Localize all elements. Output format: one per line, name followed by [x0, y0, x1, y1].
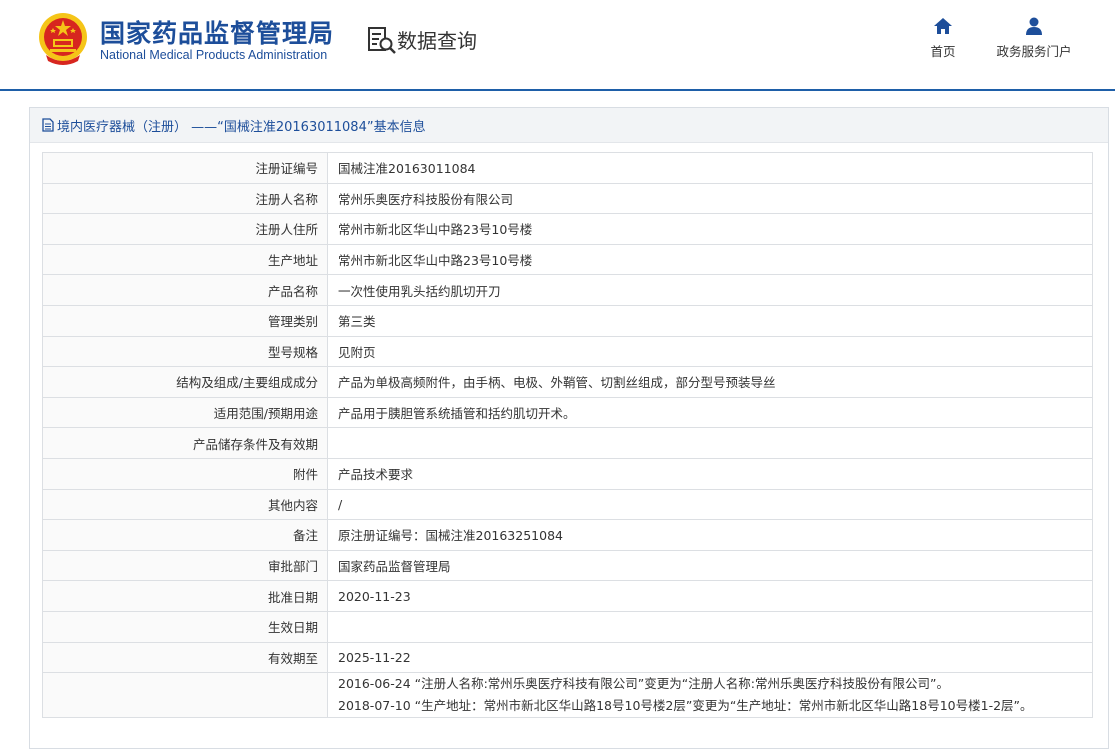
table-row: 备注 原注册证编号：国械注准20163251084	[42, 519, 1093, 551]
field-label: 适用范围/预期用途	[42, 396, 328, 429]
nav-home-label: 首页	[930, 44, 956, 59]
table-row: 其他内容 /	[42, 488, 1093, 521]
field-label: 结构及组成/主要组成成分	[42, 366, 328, 398]
table-row: 审批部门 国家药品监督管理局	[42, 549, 1093, 582]
table-row: 附件 产品技术要求	[42, 457, 1093, 490]
field-label: 注册人住所	[42, 213, 328, 245]
field-label: 型号规格	[42, 335, 328, 368]
table-row: 生效日期	[42, 610, 1093, 643]
field-value: 产品用于胰胆管系统插管和括约肌切开术。	[327, 396, 1093, 429]
table-row: 产品名称 一次性使用乳头括约肌切开刀	[42, 274, 1093, 306]
org-name-cn: 国家药品监督管理局	[100, 19, 335, 48]
field-value: 常州市新北区华山中路23号10号楼	[327, 213, 1093, 245]
field-label: 生效日期	[42, 610, 328, 643]
change-history-value: 2016-06-24 “注册人名称:常州乐奥医疗科技有限公司”变更为“注册人名称…	[327, 672, 1093, 719]
field-label: 注册证编号	[42, 152, 328, 184]
field-label: 附件	[42, 457, 328, 490]
field-value: 见附页	[327, 335, 1093, 368]
table-row: 有效期至 2025-11-22	[42, 641, 1093, 674]
table-row: 管理类别 第三类	[42, 304, 1093, 337]
data-query-icon	[368, 27, 396, 54]
field-label: 管理类别	[42, 304, 328, 337]
field-label: 生产地址	[42, 243, 328, 276]
field-value: 第三类	[327, 304, 1093, 337]
change-entry: 2018-07-10 “生产地址：常州市新北区华山路18号10号楼2层”变更为“…	[338, 698, 1033, 714]
field-value	[327, 610, 1093, 643]
site-header: 国家药品监督管理局 National Medical Products Admi…	[0, 0, 1115, 90]
field-value: 常州市新北区华山中路23号10号楼	[327, 243, 1093, 276]
field-value: 国械注准20163011084	[327, 152, 1093, 184]
field-value: 产品为单极高频附件，由手柄、电极、外鞘管、切割丝组成，部分型号预装导丝	[327, 366, 1093, 398]
table-row: 适用范围/预期用途 产品用于胰胆管系统插管和括约肌切开术。	[42, 396, 1093, 429]
field-value: 2020-11-23	[327, 580, 1093, 612]
field-value: /	[327, 488, 1093, 521]
document-icon	[42, 118, 54, 132]
table-row: 产品储存条件及有效期	[42, 427, 1093, 459]
detail-panel: 境内医疗器械（注册） ——“国械注准20163011084”基本信息 注册证编号…	[29, 107, 1109, 749]
nav-gov-service-portal-label: 政务服务门户	[996, 44, 1072, 59]
field-value: 常州乐奥医疗科技股份有限公司	[327, 182, 1093, 215]
field-value: 原注册证编号：国械注准20163251084	[327, 519, 1093, 551]
field-value: 2025-11-22	[327, 641, 1093, 674]
field-value: 产品技术要求	[327, 457, 1093, 490]
table-row: 注册证编号 国械注准20163011084	[42, 152, 1093, 184]
table-row: 生产地址 常州市新北区华山中路23号10号楼	[42, 243, 1093, 276]
field-label: 批准日期	[42, 580, 328, 612]
field-label: 备注	[42, 519, 328, 551]
table-row: 批准日期 2020-11-23	[42, 580, 1093, 612]
field-label: 其他内容	[42, 488, 328, 521]
change-history-label	[42, 672, 328, 719]
table-row: 结构及组成/主要组成成分 产品为单极高频附件，由手柄、电极、外鞘管、切割丝组成，…	[42, 366, 1093, 398]
nav-gov-service-portal-link[interactable]: 政务服务门户	[990, 17, 1078, 60]
data-query-title: 数据查询	[397, 29, 477, 53]
registration-info-table: 注册证编号 国械注准20163011084 注册人名称 常州乐奥医疗科技股份有限…	[42, 152, 1093, 719]
change-entry: 2016-06-24 “注册人名称:常州乐奥医疗科技有限公司”变更为“注册人名称…	[338, 676, 949, 692]
panel-title: 境内医疗器械（注册） ——“国械注准20163011084”基本信息	[57, 119, 426, 135]
field-label: 注册人名称	[42, 182, 328, 215]
field-value: 国家药品监督管理局	[327, 549, 1093, 582]
user-icon	[1026, 17, 1042, 35]
nav-home-link[interactable]: 首页	[925, 17, 961, 60]
home-icon	[934, 18, 952, 34]
field-label: 审批部门	[42, 549, 328, 582]
table-row: 注册人名称 常州乐奥医疗科技股份有限公司	[42, 182, 1093, 215]
header-divider	[0, 89, 1115, 91]
change-history-row: 2016-06-24 “注册人名称:常州乐奥医疗科技有限公司”变更为“注册人名称…	[42, 672, 1093, 719]
table-row: 注册人住所 常州市新北区华山中路23号10号楼	[42, 213, 1093, 245]
panel-header: 境内医疗器械（注册） ——“国械注准20163011084”基本信息	[30, 108, 1108, 143]
field-value	[327, 427, 1093, 459]
field-label: 产品储存条件及有效期	[42, 427, 328, 459]
table-row: 型号规格 见附页	[42, 335, 1093, 368]
national-emblem-icon	[39, 13, 87, 65]
field-value: 一次性使用乳头括约肌切开刀	[327, 274, 1093, 306]
field-label: 产品名称	[42, 274, 328, 306]
field-label: 有效期至	[42, 641, 328, 674]
org-name-en: National Medical Products Administration	[100, 48, 328, 62]
